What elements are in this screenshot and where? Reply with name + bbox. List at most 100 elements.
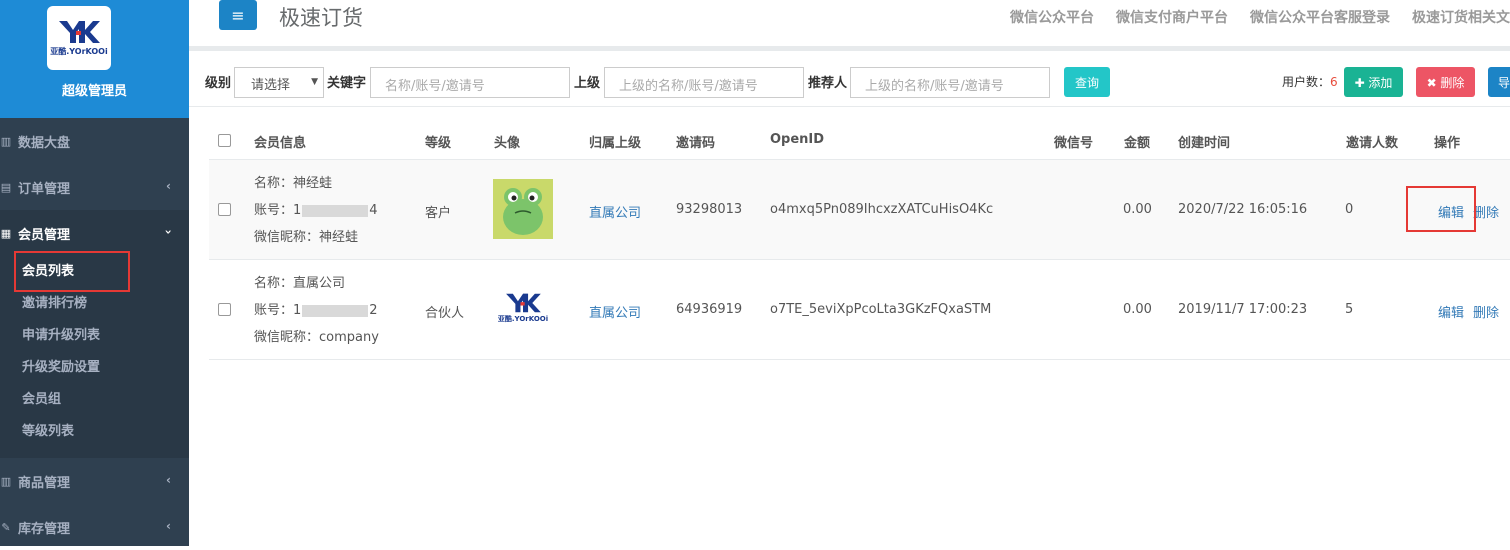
member-level: 客户 <box>425 206 452 221</box>
sidebar-subitem-member-list[interactable]: 会员列表 <box>0 256 189 288</box>
yk-logo-icon <box>506 293 541 313</box>
col-member-info: 会员信息 <box>254 136 307 151</box>
select-all-checkbox[interactable] <box>218 134 231 147</box>
yk-logo-icon <box>59 21 100 43</box>
brand-logo: 亚酷.YOrKOOi <box>47 6 111 70</box>
account-suffix: 2 <box>369 303 378 318</box>
invite-code: 64936919 <box>676 302 743 317</box>
created-time: 2019/11/7 17:00:23 <box>1178 302 1308 317</box>
link-wechat-pay[interactable]: 微信支付商户平台 <box>1116 7 1228 27</box>
query-button[interactable]: 查询 <box>1064 67 1110 97</box>
link-wechat-support[interactable]: 微信公众平台客服登录 <box>1250 7 1390 27</box>
redacted-mask <box>302 204 369 217</box>
chevron-left-icon: ‹ <box>166 179 171 193</box>
page-title: 极速订货 <box>279 6 363 30</box>
referrer-label: 推荐人 <box>808 76 848 91</box>
top-bar: ≡ 极速订货 微信公众平台 微信支付商户平台 微信公众平台客服登录 极速订货相关… <box>189 0 1510 46</box>
sidebar-item-label: 会员管理 <box>18 227 71 243</box>
col-invites: 邀请人数 <box>1346 136 1399 151</box>
member-info: 名称：直属公司 账号：1 2 微信昵称：company <box>254 270 379 351</box>
row-checkbox[interactable] <box>218 303 231 316</box>
table-row: 名称：直属公司 账号：1 2 微信昵称：company 合伙人 亚酷.YOrKOO… <box>209 260 1510 360</box>
level-select-value: 请选择 <box>251 78 291 93</box>
admin-name[interactable]: 超级管理员 <box>0 80 189 99</box>
chart-icon: ▥ <box>0 474 12 488</box>
menu-toggle-button[interactable]: ≡ <box>219 0 257 30</box>
sidebar-item-products[interactable]: ▥ 商品管理 ‹ <box>0 458 189 504</box>
members-submenu: 会员列表 邀请排行榜 申请升级列表 升级奖励设置 会员组 等级列表 <box>0 256 189 458</box>
user-count-value: 6 <box>1330 75 1338 89</box>
chevron-left-icon: ‹ <box>166 519 171 533</box>
parent-link[interactable]: 直属公司 <box>589 302 641 321</box>
account-suffix: 4 <box>369 203 378 218</box>
col-openid: OpenID <box>770 132 825 147</box>
nickname-label: 微信昵称： <box>254 330 320 345</box>
parent-label: 上级 <box>574 76 601 91</box>
account-label: 账号： <box>254 203 294 218</box>
level-select[interactable]: 请选择 ▼ <box>234 67 324 98</box>
sidebar-subitem-invite-ranking[interactable]: 邀请排行榜 <box>0 288 189 320</box>
parent-link[interactable]: 直属公司 <box>589 202 641 221</box>
sidebar-item-dashboard[interactable]: ▥ 数据大盘 <box>0 118 189 164</box>
link-wechat-platform[interactable]: 微信公众平台 <box>1010 7 1094 27</box>
openid: o4mxq5Pn089IhcxzXATCuHisO4Kc <box>770 202 994 217</box>
users-icon: ▦ <box>0 226 12 240</box>
hamburger-icon: ≡ <box>231 5 245 25</box>
member-info: 名称：神经蛙 账号：1 4 微信昵称：神经蛙 <box>254 170 378 251</box>
col-amount: 金额 <box>1124 136 1151 151</box>
logo-text: 亚酷.YOrKOOi <box>50 47 108 56</box>
sidebar-item-inventory[interactable]: ✎ 库存管理 ‹ <box>0 504 189 550</box>
top-links: 微信公众平台 微信支付商户平台 微信公众平台客服登录 极速订货相关文 <box>1010 7 1510 27</box>
sidebar-item-members[interactable]: ▦ 会员管理 › <box>0 210 189 256</box>
col-wechat: 微信号 <box>1054 136 1094 151</box>
referrer-input[interactable]: 上级的名称/账号/邀请号 <box>850 67 1050 98</box>
sidebar-subitem-level-list[interactable]: 等级列表 <box>0 416 189 448</box>
edit-icon: ✎ <box>1 520 11 534</box>
chevron-down-icon: › <box>161 229 176 235</box>
col-parent: 归属上级 <box>589 136 642 151</box>
member-nickname: 神经蛙 <box>319 230 359 245</box>
sidebar-header: 亚酷.YOrKOOi 超级管理员 <box>0 0 189 118</box>
delete-button[interactable]: ✖ 删除 <box>1416 67 1475 97</box>
col-invite-code: 邀请码 <box>676 136 716 151</box>
caret-down-icon: ▼ <box>311 77 318 87</box>
row-checkbox[interactable] <box>218 203 231 216</box>
avatar-logo-text: 亚酷.YOrKOOi <box>497 315 549 323</box>
nickname-label: 微信昵称： <box>254 230 320 245</box>
frog-avatar-icon <box>493 179 553 239</box>
parent-input[interactable]: 上级的名称/账号/邀请号 <box>604 67 804 98</box>
sidebar-item-label: 数据大盘 <box>18 135 71 151</box>
export-button[interactable]: 导 <box>1488 67 1510 97</box>
name-label: 名称： <box>254 276 294 291</box>
invite-count: 5 <box>1345 302 1354 317</box>
sidebar-subitem-upgrade-rewards[interactable]: 升级奖励设置 <box>0 352 189 384</box>
link-related-docs[interactable]: 极速订货相关文 <box>1412 7 1510 27</box>
delete-link[interactable]: 删除 <box>1473 202 1499 221</box>
col-actions: 操作 <box>1434 136 1461 151</box>
user-count-label: 用户数： <box>1282 75 1331 89</box>
keyword-input[interactable]: 名称/账号/邀请号 <box>370 67 570 98</box>
account-label: 账号： <box>254 303 294 318</box>
member-name: 神经蛙 <box>293 176 333 191</box>
table-header: 会员信息 等级 头像 归属上级 邀请码 OpenID 微信号 金额 创建时间 邀… <box>209 122 1510 160</box>
amount: 0.00 <box>1123 202 1152 217</box>
sidebar-nav: ▥ 数据大盘 ▤ 订单管理 ‹ ▦ 会员管理 › 会员列表 邀请排行榜 申请升级… <box>0 118 189 550</box>
sidebar-subitem-upgrade-requests[interactable]: 申请升级列表 <box>0 320 189 352</box>
sidebar-item-label: 商品管理 <box>18 475 71 491</box>
table-row: 名称：神经蛙 账号：1 4 微信昵称：神经蛙 客户 直属公司 93298013 o… <box>209 160 1510 260</box>
chevron-left-icon: ‹ <box>166 473 171 487</box>
member-table: 会员信息 等级 头像 归属上级 邀请码 OpenID 微信号 金额 创建时间 邀… <box>209 122 1510 360</box>
user-count: 用户数：6 <box>1282 73 1338 90</box>
keyword-label: 关键字 <box>327 76 367 91</box>
sidebar-subitem-member-groups[interactable]: 会员组 <box>0 384 189 416</box>
delete-link[interactable]: 删除 <box>1473 302 1499 321</box>
sidebar-item-label: 订单管理 <box>18 181 71 197</box>
member-name: 直属公司 <box>293 276 346 291</box>
account-prefix: 1 <box>293 203 302 218</box>
member-nickname: company <box>319 330 379 345</box>
col-level: 等级 <box>425 136 452 151</box>
edit-link[interactable]: 编辑 <box>1438 302 1464 321</box>
sidebar-item-orders[interactable]: ▤ 订单管理 ‹ <box>0 164 189 210</box>
sidebar-item-label: 库存管理 <box>18 521 71 537</box>
add-button[interactable]: ✚ 添加 <box>1344 67 1403 97</box>
